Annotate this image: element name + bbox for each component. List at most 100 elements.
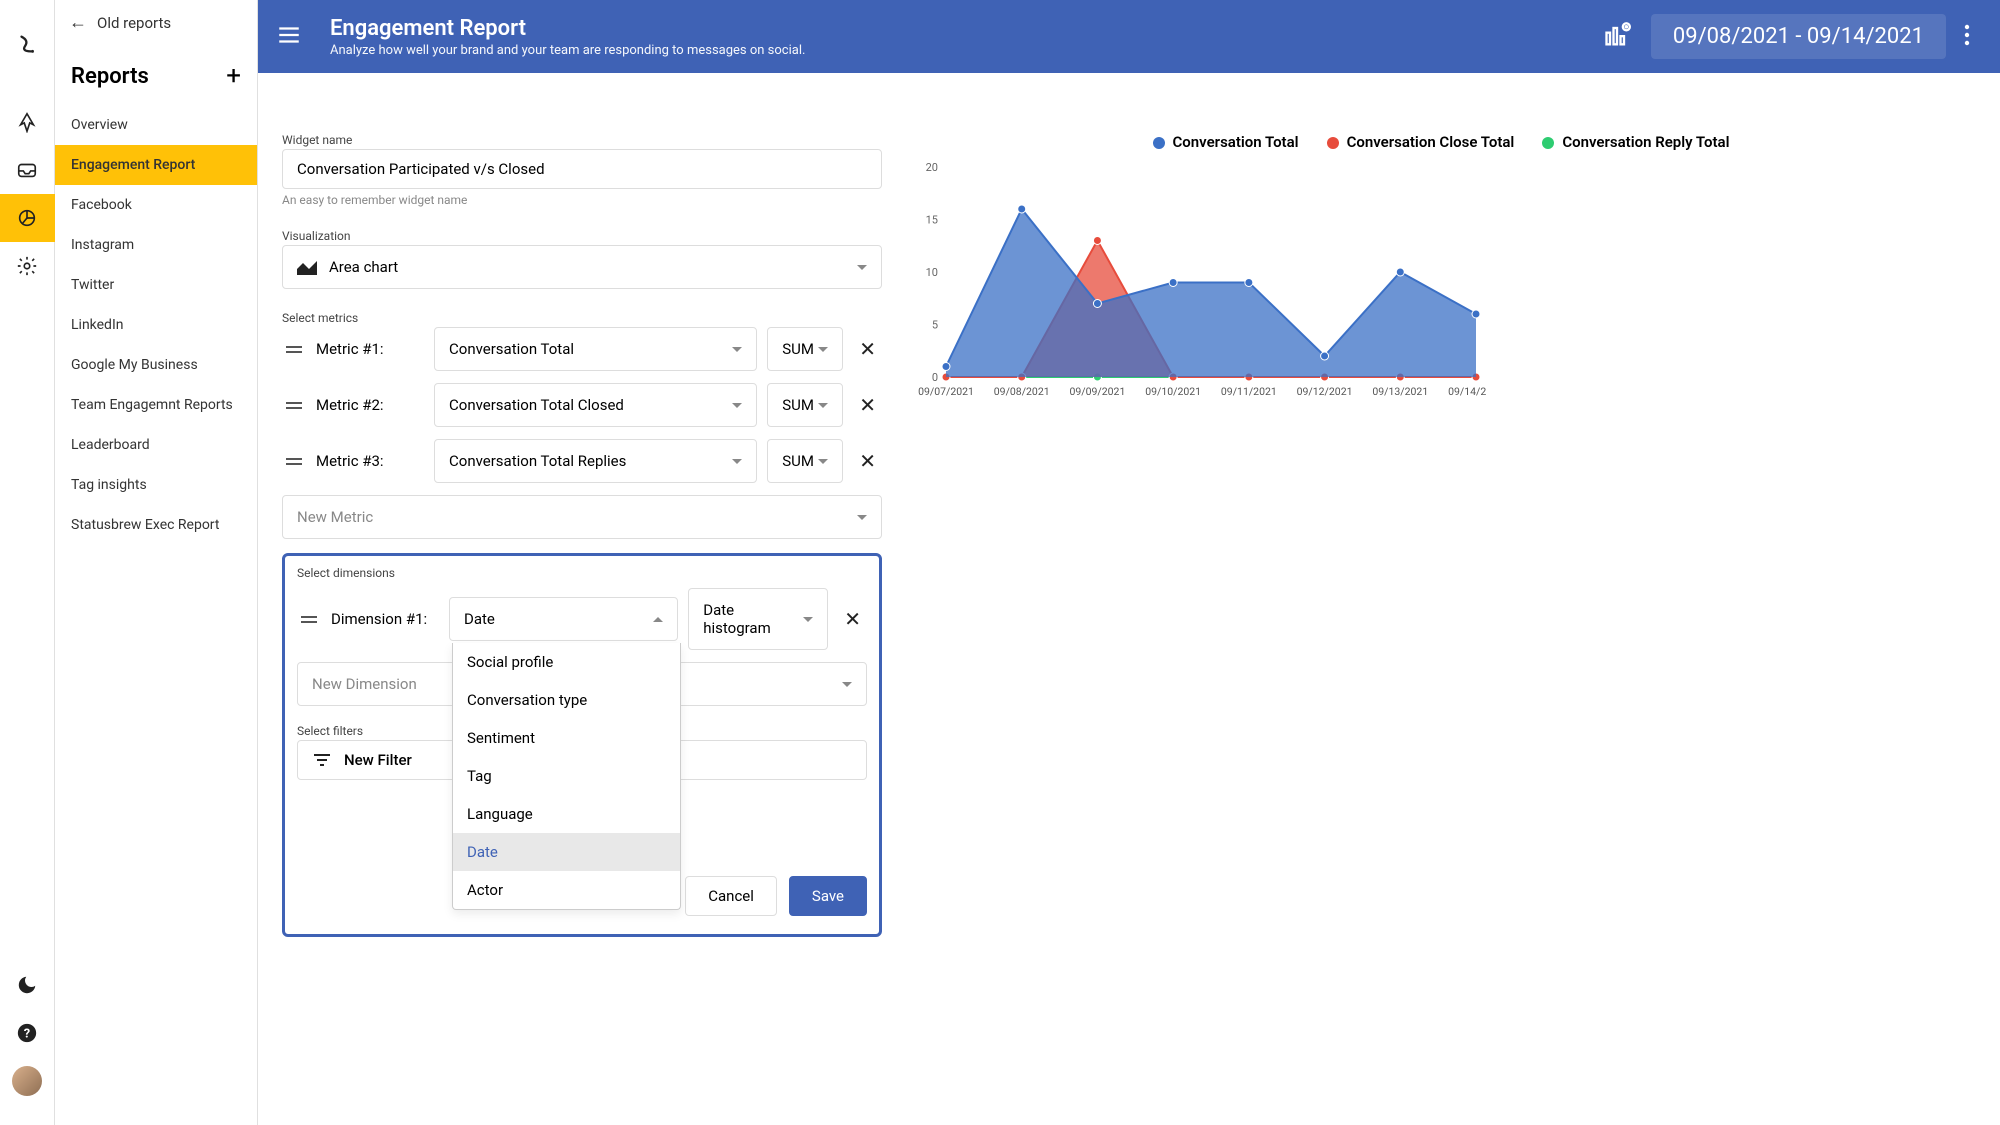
settings-icon[interactable] [0, 242, 55, 290]
moon-icon[interactable] [0, 961, 55, 1009]
sidebar-item-twitter[interactable]: Twitter [55, 265, 257, 305]
add-widget-icon[interactable] [1603, 21, 1631, 53]
logo-icon[interactable] [0, 20, 55, 68]
drag-handle-icon[interactable] [282, 346, 306, 353]
chart-preview: Conversation Total Conversation Close Tot… [906, 133, 1976, 1101]
reports-icon[interactable] [0, 194, 55, 242]
page-subtitle: Analyze how well your brand and your tea… [330, 43, 1603, 58]
remove-metric-button[interactable]: ✕ [853, 393, 882, 417]
metric-select[interactable]: Conversation Total Closed [434, 383, 757, 427]
avatar[interactable] [0, 1057, 55, 1105]
svg-text:15: 15 [926, 214, 938, 227]
dimension-dropdown: Social profileConversation typeSentiment… [452, 643, 681, 910]
dimension-option[interactable]: Conversation type [453, 681, 680, 719]
select-dimensions-label: Select dimensions [297, 566, 867, 580]
cancel-button[interactable]: Cancel [685, 876, 777, 916]
dimension-option[interactable]: Actor [453, 871, 680, 909]
remove-metric-button[interactable]: ✕ [853, 337, 882, 361]
svg-text:09/09/2021: 09/09/2021 [1069, 385, 1125, 398]
sidebar-item-overview[interactable]: Overview [55, 105, 257, 145]
legend-item[interactable]: Conversation Total [1153, 133, 1299, 151]
dimension-option[interactable]: Date [453, 833, 680, 871]
chevron-down-icon [857, 265, 867, 270]
more-icon[interactable] [1958, 23, 1976, 51]
remove-metric-button[interactable]: ✕ [853, 449, 882, 473]
svg-text:09/14/2021: 09/14/2021 [1448, 385, 1486, 398]
svg-text:09/12/2021: 09/12/2021 [1297, 385, 1353, 398]
topbar: Engagement Report Analyze how well your … [258, 0, 2000, 73]
drag-handle-icon[interactable] [297, 616, 321, 623]
widget-name-label: Widget name [282, 133, 882, 147]
back-link[interactable]: ← Old reports [55, 0, 257, 43]
filter-icon [312, 752, 332, 768]
sidebar-item-linkedin[interactable]: LinkedIn [55, 305, 257, 345]
chevron-up-icon [653, 617, 663, 622]
svg-text:?: ? [24, 1027, 30, 1042]
inbox-icon[interactable] [0, 146, 55, 194]
dimension-select[interactable]: Date [449, 597, 678, 641]
aggregation-select[interactable]: SUM [767, 439, 843, 483]
widget-name-hint: An easy to remember widget name [282, 193, 882, 207]
save-button[interactable]: Save [789, 876, 867, 916]
dimension-option[interactable]: Tag [453, 757, 680, 795]
metric-label: Metric #1: [316, 340, 424, 358]
svg-text:5: 5 [932, 319, 938, 332]
svg-text:20: 20 [926, 161, 938, 174]
select-metrics-label: Select metrics [282, 311, 882, 325]
page-title: Engagement Report [330, 16, 1603, 41]
sidebar-item-team-engagemnt-reports[interactable]: Team Engagemnt Reports [55, 385, 257, 425]
chevron-down-icon [842, 682, 852, 687]
legend-item[interactable]: Conversation Reply Total [1542, 133, 1729, 151]
back-link-label: Old reports [97, 14, 171, 32]
area-chart: 0 5 10 15 20 09/07/2021 09/08/2021 09/09/2021 09… [906, 157, 1486, 417]
sidebar-item-leaderboard[interactable]: Leaderboard [55, 425, 257, 465]
remove-dimension-button[interactable]: ✕ [838, 607, 867, 631]
sidebar-item-engagement-report[interactable]: Engagement Report [55, 145, 257, 185]
drag-handle-icon[interactable] [282, 458, 306, 465]
dimension-label: Dimension #1: [331, 610, 439, 628]
chevron-down-icon [857, 515, 867, 520]
widget-form: Widget name Conversation Participated v/… [282, 133, 882, 1101]
sidebar-item-google-my-business[interactable]: Google My Business [55, 345, 257, 385]
sidebar-item-facebook[interactable]: Facebook [55, 185, 257, 225]
date-range-picker[interactable]: 09/08/2021 - 09/14/2021 [1651, 14, 1946, 59]
dimension-option[interactable]: Sentiment [453, 719, 680, 757]
svg-text:09/10/2021: 09/10/2021 [1145, 385, 1201, 398]
dimension-option[interactable]: Language [453, 795, 680, 833]
sidebar: ← Old reports Reports + OverviewEngageme… [55, 0, 258, 1125]
nav-list: OverviewEngagement ReportFacebookInstagr… [55, 105, 257, 545]
visualization-select[interactable]: Area chart [282, 245, 882, 289]
add-report-button[interactable]: + [226, 61, 241, 91]
dimension-option[interactable]: Social profile [453, 643, 680, 681]
chevron-down-icon [803, 617, 813, 622]
aggregation-select[interactable]: SUM [767, 383, 843, 427]
svg-text:09/08/2021: 09/08/2021 [994, 385, 1050, 398]
svg-text:10: 10 [926, 266, 938, 279]
arrow-left-icon: ← [69, 12, 87, 33]
sidebar-item-tag-insights[interactable]: Tag insights [55, 465, 257, 505]
rocket-icon[interactable] [0, 98, 55, 146]
metric-select[interactable]: Conversation Total Replies [434, 439, 757, 483]
svg-text:09/11/2021: 09/11/2021 [1221, 385, 1277, 398]
new-metric-select[interactable]: New Metric [282, 495, 882, 539]
aggregation-select[interactable]: SUM [767, 327, 843, 371]
widget-name-input[interactable]: Conversation Participated v/s Closed [282, 149, 882, 189]
svg-text:09/13/2021: 09/13/2021 [1372, 385, 1428, 398]
legend-item[interactable]: Conversation Close Total [1327, 133, 1515, 151]
metric-select[interactable]: Conversation Total [434, 327, 757, 371]
svg-text:0: 0 [932, 371, 938, 384]
sidebar-item-statusbrew-exec-report[interactable]: Statusbrew Exec Report [55, 505, 257, 545]
visualization-label: Visualization [282, 229, 882, 243]
dimension-type-select[interactable]: Date histogram [688, 588, 828, 650]
icon-rail: ? [0, 0, 55, 1125]
metric-label: Metric #3: [316, 452, 424, 470]
metric-label: Metric #2: [316, 396, 424, 414]
drag-handle-icon[interactable] [282, 402, 306, 409]
main: Engagement Report Analyze how well your … [258, 0, 2000, 1125]
area-chart-icon [297, 259, 317, 275]
sidebar-title: Reports [71, 64, 149, 89]
hamburger-icon[interactable] [276, 22, 302, 52]
sidebar-item-instagram[interactable]: Instagram [55, 225, 257, 265]
svg-text:09/07/2021: 09/07/2021 [918, 385, 974, 398]
help-icon[interactable]: ? [0, 1009, 55, 1057]
